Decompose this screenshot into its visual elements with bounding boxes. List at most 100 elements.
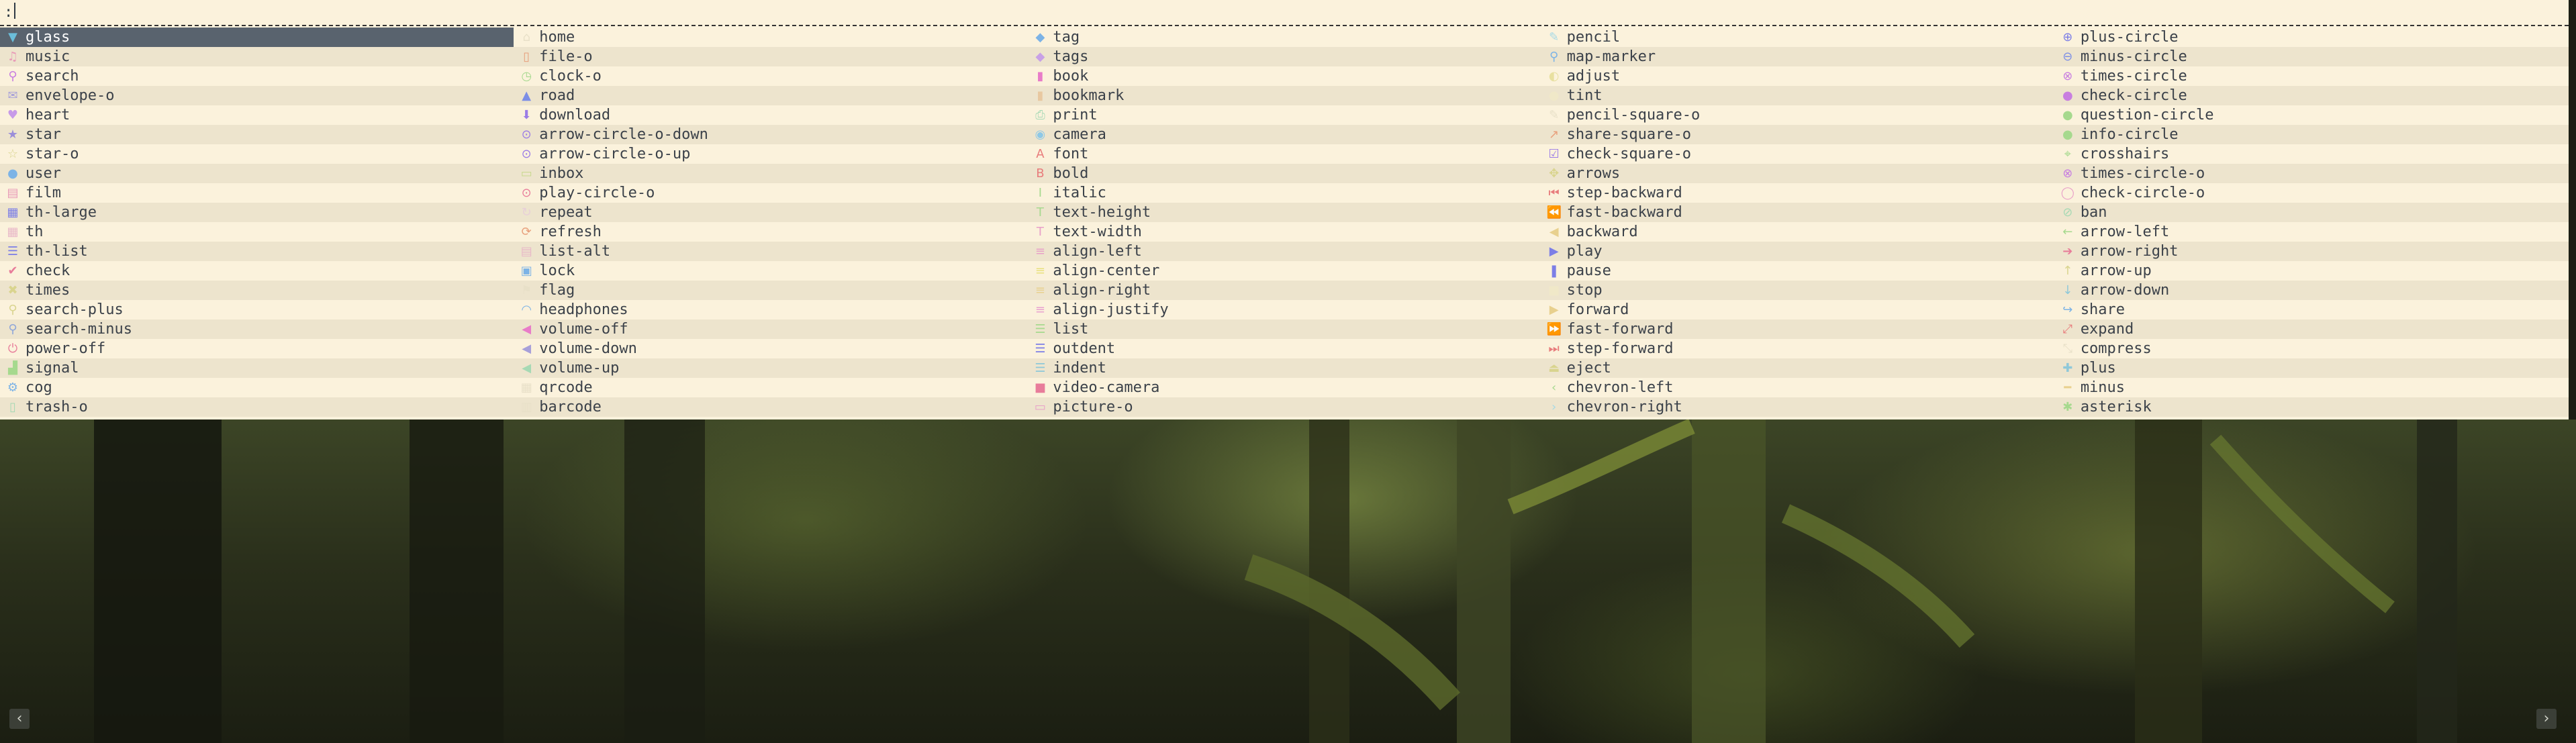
menu-item-file-o[interactable]: ▯ file-o xyxy=(514,47,1027,66)
prompt-line[interactable]: : xyxy=(4,0,16,23)
menu-item-backward[interactable]: ◀ backward xyxy=(1541,222,2055,242)
menu-item-signal[interactable]: ▟ signal xyxy=(0,358,514,378)
menu-item-arrow-circle-o-down[interactable]: ⊙ arrow-circle-o-down xyxy=(514,125,1027,144)
menu-item-film[interactable]: ▤ film xyxy=(0,183,514,203)
menu-item-power-off[interactable]: ⏻ power-off xyxy=(0,339,514,358)
menu-item-home[interactable]: ⌂ home xyxy=(514,28,1027,47)
menu-item-volume-down[interactable]: ◀ volume-down xyxy=(514,339,1027,358)
menu-item-font[interactable]: Afont xyxy=(1027,144,1541,164)
menu-item-tags[interactable]: ◆ tags xyxy=(1027,47,1541,66)
menu-item-arrow-down[interactable]: ↓ arrow-down xyxy=(2055,281,2569,300)
menu-item-list[interactable]: ☰ list xyxy=(1027,319,1541,339)
menu-item-barcode[interactable]: ▥ barcode xyxy=(514,397,1027,417)
menu-item-times-circle-o[interactable]: ⊗ times-circle-o xyxy=(2055,164,2569,183)
menu-item-arrow-circle-o-up[interactable]: ⊙ arrow-circle-o-up xyxy=(514,144,1027,164)
menu-item-bookmark[interactable]: ▮ bookmark xyxy=(1027,86,1541,105)
menu-item-arrow-up[interactable]: ↑ arrow-up xyxy=(2055,261,2569,281)
menu-item-repeat[interactable]: ↻ repeat xyxy=(514,203,1027,222)
menu-item-tag[interactable]: ◆ tag xyxy=(1027,28,1541,47)
menu-item-stop[interactable]: ■ stop xyxy=(1541,281,2055,300)
menu-item-road[interactable]: ▲ road xyxy=(514,86,1027,105)
menu-item-download[interactable]: ⬇ download xyxy=(514,105,1027,125)
menu-item-step-backward[interactable]: ⏮ step-backward xyxy=(1541,183,2055,203)
menu-item-text-width[interactable]: Ttext-width xyxy=(1027,222,1541,242)
menu-item-flag[interactable]: ⚑ flag xyxy=(514,281,1027,300)
menu-item-book[interactable]: ▮ book xyxy=(1027,66,1541,86)
menu-item-lock[interactable]: ▣ lock xyxy=(514,261,1027,281)
menu-item-print[interactable]: ⎙ print xyxy=(1027,105,1541,125)
menu-item-refresh[interactable]: ⟳ refresh xyxy=(514,222,1027,242)
menu-item-clock-o[interactable]: ◷ clock-o xyxy=(514,66,1027,86)
menu-item-arrow-left[interactable]: ← arrow-left xyxy=(2055,222,2569,242)
menu-item-times-circle[interactable]: ⊗ times-circle xyxy=(2055,66,2569,86)
menu-item-arrows[interactable]: ✥ arrows xyxy=(1541,164,2055,183)
menu-item-eject[interactable]: ⏏ eject xyxy=(1541,358,2055,378)
menu-item-tint[interactable]: ● tint xyxy=(1541,86,2055,105)
menu-item-minus-circle[interactable]: ⊖ minus-circle xyxy=(2055,47,2569,66)
menu-item-pause[interactable]: ❚ pause xyxy=(1541,261,2055,281)
menu-item-forward[interactable]: ▶ forward xyxy=(1541,300,2055,319)
menu-item-play[interactable]: ▶ play xyxy=(1541,242,2055,261)
menu-item-indent[interactable]: ☰ indent xyxy=(1027,358,1541,378)
menu-item-fast-backward[interactable]: ⏪ fast-backward xyxy=(1541,203,2055,222)
menu-item-inbox[interactable]: ▭ inbox xyxy=(514,164,1027,183)
menu-item-trash-o[interactable]: ▯ trash-o xyxy=(0,397,514,417)
menu-item-glass[interactable]: ▼ glass xyxy=(0,28,514,47)
menu-item-chevron-left[interactable]: ‹ chevron-left xyxy=(1541,378,2055,397)
menu-item-italic[interactable]: Iitalic xyxy=(1027,183,1541,203)
menu-item-arrow-right[interactable]: ➔ arrow-right xyxy=(2055,242,2569,261)
menu-item-align-center[interactable]: ≡ align-center xyxy=(1027,261,1541,281)
menu-item-user[interactable]: ● user xyxy=(0,164,514,183)
menu-item-align-left[interactable]: ≡ align-left xyxy=(1027,242,1541,261)
menu-item-text-height[interactable]: Ttext-height xyxy=(1027,203,1541,222)
menu-item-headphones[interactable]: ◠ headphones xyxy=(514,300,1027,319)
menu-item-adjust[interactable]: ◐ adjust xyxy=(1541,66,2055,86)
menu-item-star-o[interactable]: ☆ star-o xyxy=(0,144,514,164)
menu-item-question-circle[interactable]: ● question-circle xyxy=(2055,105,2569,125)
menu-item-th-list[interactable]: ☰ th-list xyxy=(0,242,514,261)
menu-item-align-justify[interactable]: ≡ align-justify xyxy=(1027,300,1541,319)
menu-item-info-circle[interactable]: ● info-circle xyxy=(2055,125,2569,144)
menu-item-qrcode[interactable]: ▦ qrcode xyxy=(514,378,1027,397)
menu-item-asterisk[interactable]: ✱ asterisk xyxy=(2055,397,2569,417)
menu-item-picture-o[interactable]: ▭ picture-o xyxy=(1027,397,1541,417)
menu-item-play-circle-o[interactable]: ⊙ play-circle-o xyxy=(514,183,1027,203)
menu-item-compress[interactable]: ⤡ compress xyxy=(2055,339,2569,358)
menu-item-cog[interactable]: ⚙ cog xyxy=(0,378,514,397)
menu-item-crosshairs[interactable]: ⌖ crosshairs xyxy=(2055,144,2569,164)
menu-item-check-circle[interactable]: ● check-circle xyxy=(2055,86,2569,105)
menu-item-bold[interactable]: Bbold xyxy=(1027,164,1541,183)
menu-item-volume-off[interactable]: ◀ volume-off xyxy=(514,319,1027,339)
menu-item-pencil-square-o[interactable]: ✎ pencil-square-o xyxy=(1541,105,2055,125)
menu-item-list-alt[interactable]: ▤ list-alt xyxy=(514,242,1027,261)
menu-item-map-marker[interactable]: ⚲ map-marker xyxy=(1541,47,2055,66)
menu-item-plus-circle[interactable]: ⊕ plus-circle xyxy=(2055,28,2569,47)
menu-item-times[interactable]: ✖ times xyxy=(0,281,514,300)
menu-item-volume-up[interactable]: ◀ volume-up xyxy=(514,358,1027,378)
menu-item-search-plus[interactable]: ⚲ search-plus xyxy=(0,300,514,319)
menu-item-envelope-o[interactable]: ✉ envelope-o xyxy=(0,86,514,105)
menu-item-check-circle-o[interactable]: ◯ check-circle-o xyxy=(2055,183,2569,203)
menu-item-video-camera[interactable]: ■ video-camera xyxy=(1027,378,1541,397)
menu-item-plus[interactable]: ✚ plus xyxy=(2055,358,2569,378)
next-slide-button[interactable]: › xyxy=(2536,709,2557,729)
menu-item-music[interactable]: ♫ music xyxy=(0,47,514,66)
menu-item-star[interactable]: ★ star xyxy=(0,125,514,144)
menu-item-search[interactable]: ⚲ search xyxy=(0,66,514,86)
menu-item-share[interactable]: ↪ share xyxy=(2055,300,2569,319)
menu-item-check-square-o[interactable]: ☑ check-square-o xyxy=(1541,144,2055,164)
menu-item-th-large[interactable]: ▦ th-large xyxy=(0,203,514,222)
menu-item-heart[interactable]: ♥ heart xyxy=(0,105,514,125)
menu-item-chevron-right[interactable]: › chevron-right xyxy=(1541,397,2055,417)
menu-item-pencil[interactable]: ✎ pencil xyxy=(1541,28,2055,47)
menu-item-minus[interactable]: ━ minus xyxy=(2055,378,2569,397)
menu-item-th[interactable]: ▦ th xyxy=(0,222,514,242)
menu-item-check[interactable]: ✔ check xyxy=(0,261,514,281)
menu-item-search-minus[interactable]: ⚲ search-minus xyxy=(0,319,514,339)
previous-slide-button[interactable]: ‹ xyxy=(9,709,30,729)
menu-item-expand[interactable]: ⤢ expand xyxy=(2055,319,2569,339)
menu-item-fast-forward[interactable]: ⏩ fast-forward xyxy=(1541,319,2055,339)
menu-item-align-right[interactable]: ≡ align-right xyxy=(1027,281,1541,300)
menu-item-share-square-o[interactable]: ↗ share-square-o xyxy=(1541,125,2055,144)
menu-item-ban[interactable]: ⊘ ban xyxy=(2055,203,2569,222)
